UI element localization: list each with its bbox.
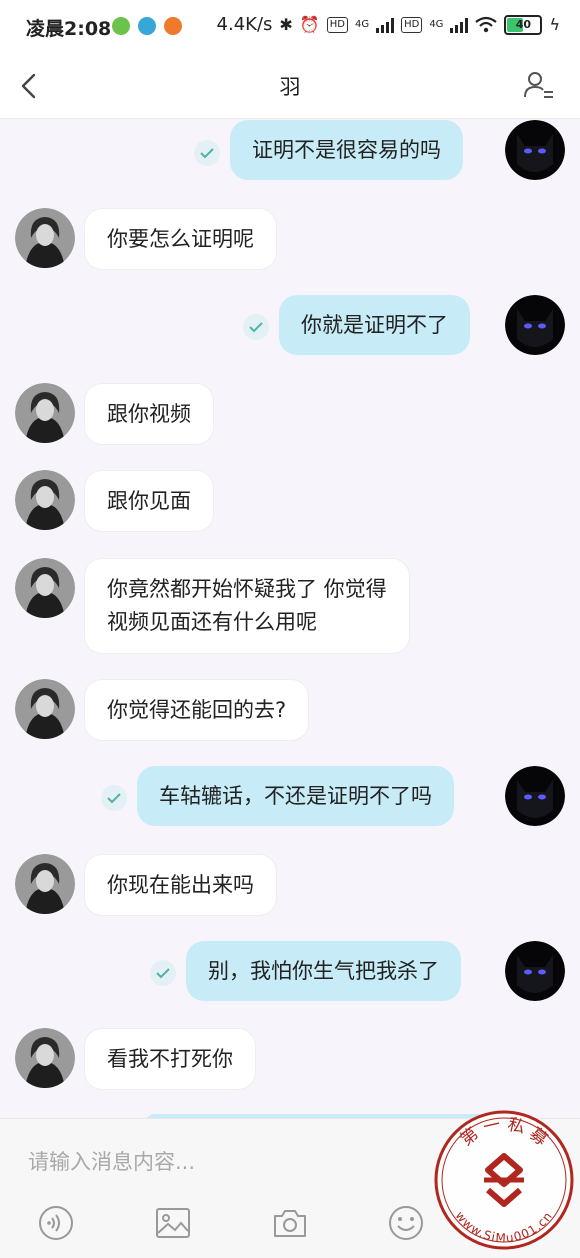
message-bubble-incoming[interactable]: 跟你视频 bbox=[84, 383, 214, 445]
camera-button[interactable] bbox=[272, 1205, 308, 1241]
message-bubble-incoming[interactable]: 看我不打死你 bbox=[84, 1028, 256, 1090]
emoji-button[interactable] bbox=[388, 1205, 424, 1241]
status-indicators: 4.4K/s ✱ ⏰ HD 4G HD 4G 40 ϟ bbox=[217, 14, 560, 35]
status-bar: 凌晨2:08 4.4K/s ✱ ⏰ HD 4G HD 4G 40 ϟ bbox=[0, 0, 580, 56]
chat-header: 羽 bbox=[0, 56, 580, 119]
network-speed: 4.4K/s bbox=[216, 14, 273, 35]
contact-avatar[interactable] bbox=[15, 1028, 75, 1088]
signal-icon bbox=[376, 17, 395, 33]
message-bubble-incoming[interactable]: 跟你见面 bbox=[84, 470, 214, 532]
wechat-icon bbox=[112, 17, 130, 35]
voice-icon bbox=[39, 1206, 73, 1240]
hd-badge: HD bbox=[326, 16, 348, 33]
my-avatar[interactable] bbox=[505, 941, 565, 1001]
message-bubble-incoming[interactable]: 你觉得还能回的去? bbox=[84, 679, 310, 741]
message-bubble-incoming[interactable]: 你现在能出来吗 bbox=[84, 854, 277, 916]
emoji-icon bbox=[389, 1206, 423, 1240]
browser-icon bbox=[138, 17, 156, 35]
app-icon bbox=[164, 17, 182, 35]
hd-badge: HD bbox=[401, 16, 423, 33]
contact-avatar[interactable] bbox=[15, 679, 75, 739]
contact-avatar[interactable] bbox=[15, 470, 75, 530]
image-button[interactable] bbox=[155, 1205, 191, 1241]
alarm-icon: ⏰ bbox=[299, 15, 320, 34]
my-avatar[interactable] bbox=[505, 295, 565, 355]
camera-icon bbox=[274, 1210, 306, 1237]
notification-icons bbox=[112, 17, 182, 35]
contact-avatar[interactable] bbox=[15, 558, 75, 618]
message-input[interactable] bbox=[26, 1143, 450, 1181]
network-type-label: 4G bbox=[429, 18, 444, 30]
profile-button[interactable] bbox=[524, 70, 554, 100]
image-icon bbox=[156, 1208, 190, 1238]
message-line: 视频见面还有什么用呢 bbox=[107, 610, 317, 634]
read-check-icon bbox=[243, 314, 269, 340]
message-bubble-incoming[interactable]: 你竟然都开始怀疑我了 你觉得 视频见面还有什么用呢 bbox=[84, 558, 410, 654]
status-time: 凌晨2:08 bbox=[26, 18, 112, 40]
battery-level: 40 bbox=[515, 17, 532, 31]
message-bubble-outgoing[interactable]: 你就是证明不了 bbox=[279, 295, 470, 355]
message-list[interactable]: 证明不是很容易的吗 你要怎么证明呢 你就是证明不了 跟你视频 跟你见面 你竟然都… bbox=[0, 118, 580, 1118]
message-bubble-outgoing[interactable]: 别，我怕你生气把我杀了 bbox=[186, 941, 461, 1001]
contact-avatar[interactable] bbox=[15, 208, 75, 268]
read-check-icon bbox=[101, 785, 127, 811]
contact-avatar[interactable] bbox=[15, 383, 75, 443]
wifi-icon bbox=[475, 16, 498, 32]
network-type-label: 4G bbox=[354, 18, 370, 30]
message-line: 你竟然都开始怀疑我了 你觉得 bbox=[107, 577, 387, 601]
user-list-icon bbox=[524, 72, 553, 98]
my-avatar[interactable] bbox=[505, 766, 565, 826]
voice-button[interactable] bbox=[38, 1205, 74, 1241]
my-avatar[interactable] bbox=[505, 120, 565, 180]
message-bubble-incoming[interactable]: 你要怎么证明呢 bbox=[84, 208, 277, 270]
contact-avatar[interactable] bbox=[15, 854, 75, 914]
read-check-icon bbox=[194, 140, 220, 166]
watermark-stamp: 第 一 私 募 www.SiMu001.cn bbox=[432, 1108, 577, 1253]
charging-icon: ϟ bbox=[549, 15, 560, 34]
battery-icon: 40 bbox=[504, 14, 543, 35]
signal-icon bbox=[450, 17, 469, 33]
message-bubble-outgoing[interactable]: 车轱辘话，不还是证明不了吗 bbox=[137, 766, 454, 826]
bluetooth-icon: ✱ bbox=[279, 15, 293, 34]
message-bubble-outgoing[interactable]: 证明不是很容易的吗 bbox=[230, 120, 463, 180]
watermark-seal: 第 一 私 募 www.SiMu001.cn bbox=[434, 1110, 574, 1250]
read-check-icon bbox=[150, 960, 176, 986]
chat-title: 羽 bbox=[279, 75, 301, 99]
